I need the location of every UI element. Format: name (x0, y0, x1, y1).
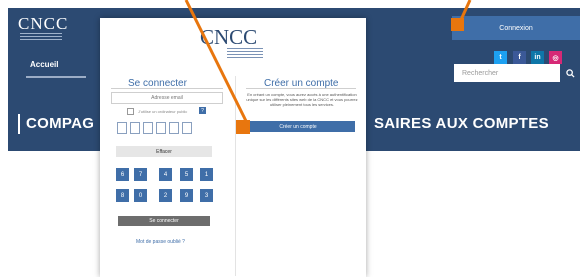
annotation-arrows (184, 0, 472, 134)
arrow-to-create-account (184, 0, 250, 134)
arrow-to-login-button (451, 0, 472, 31)
